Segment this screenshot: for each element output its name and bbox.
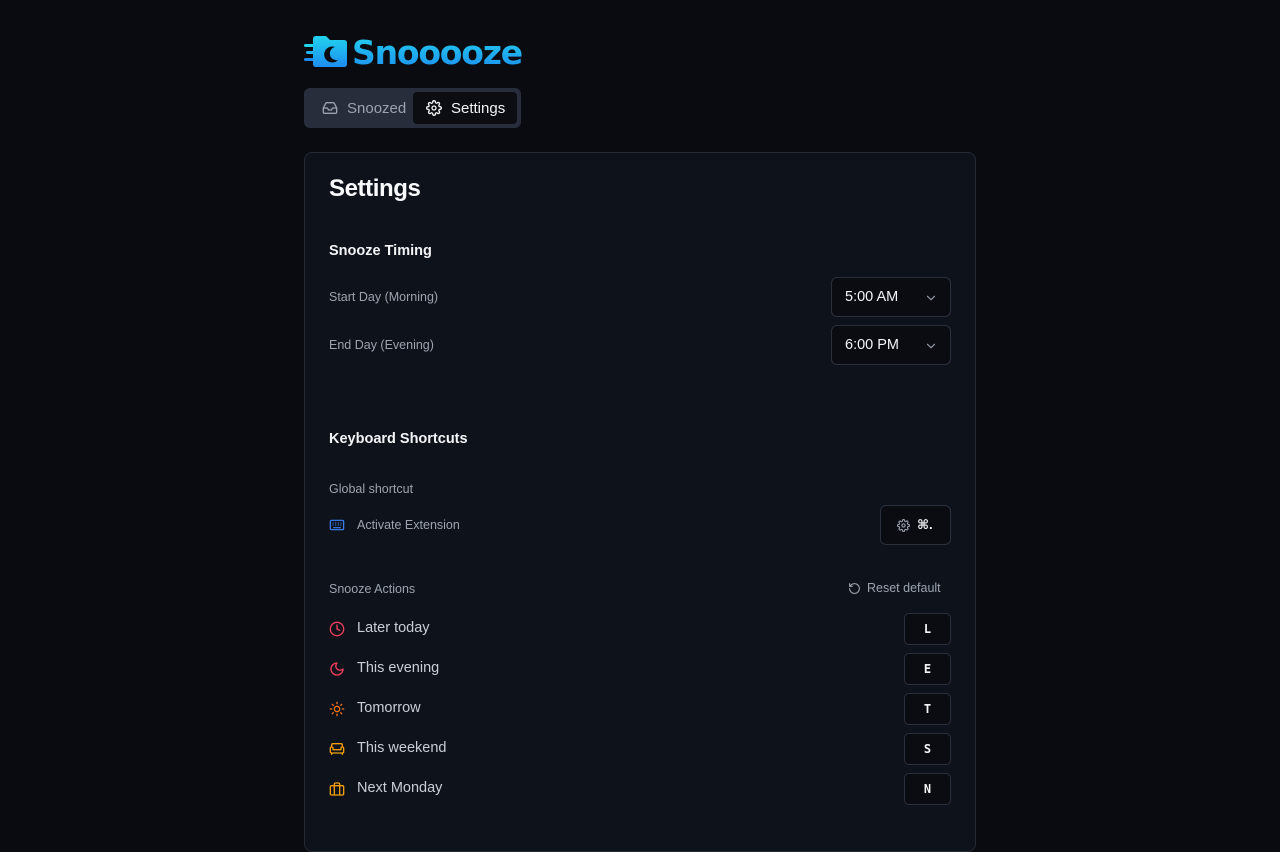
global-shortcut-label: Global shortcut xyxy=(329,482,414,496)
snooze-action-this-weekend: This weekend S xyxy=(329,733,951,765)
action-label: Later today xyxy=(357,620,430,636)
snooze-timing-heading: Snooze Timing xyxy=(329,243,432,259)
action-label: Tomorrow xyxy=(357,700,421,716)
gear-icon xyxy=(897,518,910,532)
action-label: This evening xyxy=(357,660,440,676)
activate-extension-row: Activate Extension xyxy=(329,515,460,535)
end-day-value: 6:00 PM xyxy=(845,337,899,353)
start-day-value: 5:00 AM xyxy=(845,289,899,305)
tab-snoozed[interactable]: Snoozed xyxy=(308,92,413,124)
keyboard-icon xyxy=(329,519,345,531)
inbox-icon xyxy=(322,102,338,114)
start-day-select[interactable]: 5:00 AM xyxy=(831,277,951,317)
keyboard-shortcuts-heading: Keyboard Shortcuts xyxy=(329,431,468,447)
action-label: Next Monday xyxy=(357,780,443,796)
reset-icon xyxy=(849,582,860,594)
gear-icon xyxy=(426,100,442,116)
start-day-label: Start Day (Morning) xyxy=(329,290,439,304)
app-name: Snooooze xyxy=(352,32,523,72)
tab-settings-label: Settings xyxy=(451,99,506,117)
snooze-folder-moon-icon xyxy=(304,36,347,67)
action-label: This weekend xyxy=(357,740,447,756)
reset-default-button[interactable]: Reset default xyxy=(848,581,941,595)
sofa-icon xyxy=(329,743,345,755)
page-title: Settings xyxy=(329,175,421,202)
shortcut-key-button[interactable]: T xyxy=(904,693,951,725)
end-day-select[interactable]: 6:00 PM xyxy=(831,325,951,365)
activate-extension-label: Activate Extension xyxy=(357,518,460,532)
snooze-action-tomorrow: Tomorrow T xyxy=(329,693,951,725)
shortcut-key-button[interactable]: L xyxy=(904,613,951,645)
chevron-down-icon xyxy=(926,295,936,301)
moon-icon xyxy=(330,662,344,676)
activate-extension-shortcut[interactable]: ⌘. xyxy=(880,505,951,545)
nav-tabs: Snoozed Settings xyxy=(304,88,521,128)
tab-snoozed-label: Snoozed xyxy=(347,99,407,117)
tab-settings[interactable]: Settings xyxy=(413,92,517,124)
clock-icon xyxy=(329,621,345,637)
sun-icon xyxy=(329,701,345,717)
shortcut-key-button[interactable]: E xyxy=(904,653,951,685)
settings-panel: Settings Snooze Timing Start Day (Mornin… xyxy=(304,152,976,852)
chevron-down-icon xyxy=(926,343,936,349)
snooze-action-later-today: Later today L xyxy=(329,613,951,645)
briefcase-icon xyxy=(329,782,345,796)
shortcut-key-button[interactable]: S xyxy=(904,733,951,765)
activate-extension-keys: ⌘. xyxy=(917,517,933,532)
end-day-label: End Day (Evening) xyxy=(329,338,434,352)
app-logo: Snooooze xyxy=(304,30,523,74)
shortcut-key-button[interactable]: N xyxy=(904,773,951,805)
reset-default-label: Reset default xyxy=(867,581,941,595)
snooze-action-this-evening: This evening E xyxy=(329,653,951,685)
snooze-action-next-monday: Next Monday N xyxy=(329,773,951,805)
snooze-actions-label: Snooze Actions xyxy=(329,582,416,596)
